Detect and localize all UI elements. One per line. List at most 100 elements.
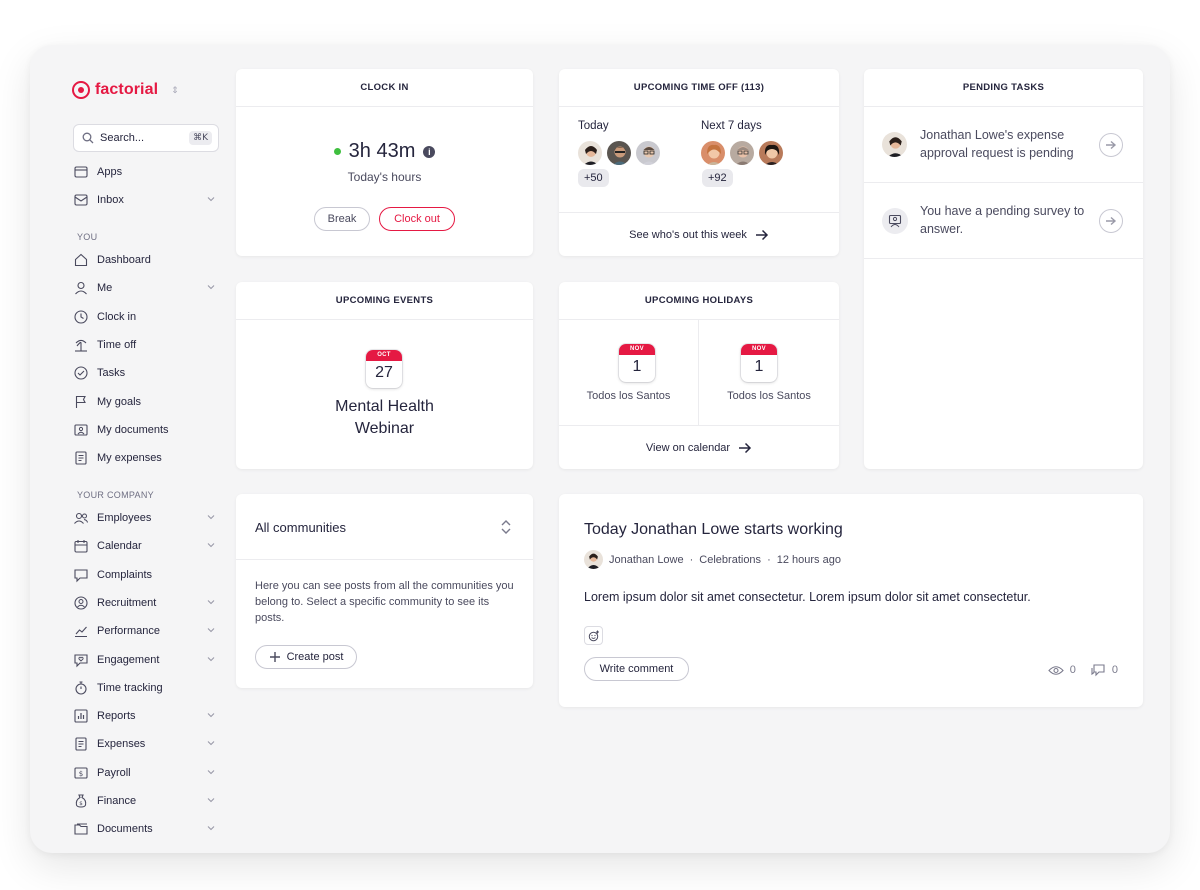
sidebar-item-time-off[interactable]: Time off (73, 332, 223, 358)
chevron-down-icon (207, 713, 215, 718)
search-shortcut: ⌘K (189, 131, 212, 145)
avatar (606, 140, 632, 166)
chevron-down-icon (207, 826, 215, 831)
holiday-item[interactable]: NOV 1 Todos los Santos (699, 320, 839, 425)
add-reaction-icon[interactable] (584, 626, 603, 645)
sidebar-item-employees[interactable]: Employees (73, 505, 223, 531)
sidebar-item-engagement[interactable]: Engagement (73, 647, 223, 673)
post-meta: Jonathan Lowe · Celebrations · 12 hours … (584, 550, 841, 569)
sidebar-item-label: Performance (97, 625, 160, 638)
apps-icon (73, 164, 89, 180)
palm-tree-icon (73, 337, 89, 353)
sidebar-item-performance[interactable]: Performance (73, 618, 223, 644)
people-icon (73, 510, 89, 526)
sidebar-item-reports[interactable]: Reports (73, 703, 223, 729)
create-post-button[interactable]: Create post (255, 645, 357, 669)
holiday-item[interactable]: NOV 1 Todos los Santos (559, 320, 698, 425)
search-icon (82, 132, 94, 144)
app-window: factorial ⇕ Search... ⌘K Apps Inbox YOU D… (30, 45, 1170, 853)
sidebar-item-label: Payroll (97, 766, 131, 779)
sidebar-item-time-tracking[interactable]: Time tracking (73, 675, 223, 701)
chevron-down-icon (207, 197, 215, 202)
see-whos-out-label: See who's out this week (629, 228, 747, 241)
sidebar-item-tasks[interactable]: Tasks (73, 360, 223, 386)
post-time: 12 hours ago (776, 553, 841, 566)
post-community[interactable]: Celebrations (699, 554, 761, 566)
sidebar-item-label: Reports (97, 710, 136, 723)
upcoming-holidays-card: UPCOMING HOLIDAYS NOV 1 Todos los Santos… (559, 282, 839, 469)
post-author[interactable]: Jonathan Lowe (609, 554, 684, 566)
upcoming-holidays-title: UPCOMING HOLIDAYS (559, 282, 839, 320)
money-icon: $ (73, 765, 89, 781)
sidebar-item-payroll[interactable]: $ Payroll (73, 760, 223, 786)
avatar (729, 140, 755, 166)
clock-in-time: 3h 43m (348, 140, 416, 162)
holiday-month: NOV (741, 344, 777, 355)
sidebar-item-inbox[interactable]: Inbox (73, 187, 223, 213)
survey-icon (882, 208, 908, 234)
sidebar-item-label: My goals (97, 395, 142, 408)
sidebar-item-calendar[interactable]: Calendar (73, 533, 223, 559)
holiday-month: NOV (619, 344, 655, 355)
company-switcher[interactable]: factorial ⇕ (72, 81, 179, 99)
sidebar-item-apps[interactable]: Apps (73, 159, 223, 185)
sidebar-item-label: Engagement (97, 653, 160, 666)
sidebar-item-label: Clock in (97, 310, 137, 323)
section-label-company: YOUR COMPANY (77, 490, 154, 500)
see-whos-out-link[interactable]: See who's out this week (559, 212, 839, 256)
recruitment-icon (73, 595, 89, 611)
calendar-icon (73, 538, 89, 554)
next-7-days-label: Next 7 days (701, 120, 762, 132)
search-box[interactable]: Search... ⌘K (73, 124, 219, 152)
event-month: OCT (366, 350, 402, 361)
clock-status-dot (333, 148, 341, 155)
communities-card: All communities Here you can see posts f… (236, 494, 533, 688)
avatar (700, 140, 726, 166)
sidebar-item-dashboard[interactable]: Dashboard (73, 247, 223, 273)
chevron-down-icon (207, 285, 215, 290)
arrow-right-circle-icon[interactable] (1099, 133, 1123, 157)
svg-text:$: $ (79, 801, 83, 807)
sidebar-item-my-goals[interactable]: My goals (73, 389, 223, 415)
avatar (881, 131, 908, 158)
sidebar-item-clock-in[interactable]: Clock in (73, 304, 223, 330)
sidebar-item-recruitment[interactable]: Recruitment (73, 590, 223, 616)
comment-count: 0 (1111, 664, 1118, 676)
sidebar-item-my-documents[interactable]: My documents (73, 417, 223, 443)
today-avatars[interactable] (577, 140, 661, 166)
community-selector[interactable]: All communities (236, 494, 533, 560)
post-body: Lorem ipsum dolor sit amet consectetur. … (584, 590, 1031, 604)
next-7-days-avatars[interactable] (700, 140, 784, 166)
sidebar-item-expenses[interactable]: Expenses (73, 731, 223, 757)
communities-description: Here you can see posts from all the comm… (255, 580, 514, 624)
arrow-right-circle-icon[interactable] (1099, 209, 1123, 233)
sidebar-item-label: Recruitment (97, 596, 157, 609)
break-button[interactable]: Break (314, 207, 370, 231)
clock-out-button[interactable]: Clock out (379, 207, 455, 231)
info-icon[interactable]: i (423, 145, 436, 158)
write-comment-button[interactable]: Write comment (584, 657, 689, 681)
sidebar-item-finance[interactable]: $ Finance (73, 788, 223, 814)
money-bag-icon: $ (73, 793, 89, 809)
sidebar-item-documents[interactable]: Documents (73, 816, 223, 842)
event-name[interactable]: Mental Health Webinar (324, 396, 445, 440)
sidebar-item-complaints[interactable]: Complaints (73, 562, 223, 588)
upcoming-events-card: UPCOMING EVENTS OCT 27 Mental Health Web… (236, 282, 533, 469)
pending-task-row[interactable]: You have a pending survey to answer. (864, 183, 1143, 259)
next-7-days-more-badge[interactable]: +92 (702, 169, 733, 187)
sidebar-item-label: Finance (97, 795, 137, 807)
pending-task-text: You have a pending survey to answer. (920, 204, 1085, 236)
post-title[interactable]: Today Jonathan Lowe starts working (584, 521, 843, 539)
select-chevrons-icon (501, 520, 511, 534)
meta-separator: · (767, 553, 771, 566)
pending-task-row[interactable]: Jonathan Lowe's expense approval request… (864, 107, 1143, 183)
sidebar-item-me[interactable]: Me (73, 275, 223, 301)
chevron-down-icon (207, 543, 215, 548)
sidebar-item-my-expenses[interactable]: My expenses (73, 445, 223, 471)
view-on-calendar-link[interactable]: View on calendar (559, 425, 839, 469)
clock-in-subtitle: Today's hours (347, 170, 422, 184)
sidebar-item-label: My expenses (97, 452, 162, 465)
today-more-badge[interactable]: +50 (578, 169, 609, 187)
brand-name: factorial (95, 81, 159, 98)
flag-icon (73, 394, 89, 410)
